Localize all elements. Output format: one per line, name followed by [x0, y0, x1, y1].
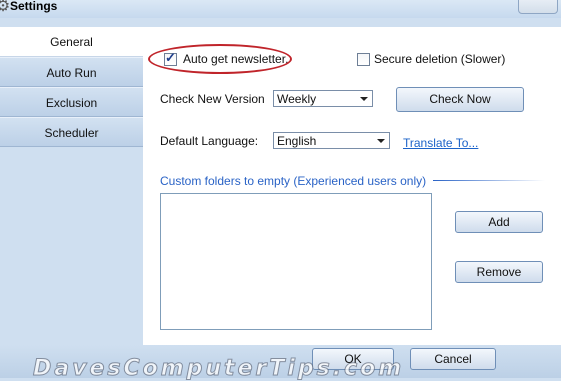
language-label: Default Language: [160, 134, 259, 148]
sidebar-item-label: Exclusion [45, 96, 98, 110]
language-select[interactable]: English [273, 132, 390, 149]
highlight-annotation [148, 44, 292, 74]
cancel-button[interactable]: Cancel [410, 348, 496, 370]
close-button[interactable] [518, 0, 558, 14]
check-version-label: Check New Version [160, 92, 265, 106]
custom-folders-list[interactable] [160, 193, 432, 330]
check-version-value: Weekly [277, 92, 317, 106]
sidebar-item-auto-run[interactable]: Auto Run [0, 57, 143, 87]
secure-deletion-checkbox[interactable] [357, 53, 370, 66]
translate-link[interactable]: Translate To... [403, 136, 478, 150]
ok-button[interactable]: OK [312, 348, 394, 370]
sidebar-item-label: Auto Run [46, 66, 97, 80]
check-version-select[interactable]: Weekly [273, 90, 373, 107]
sidebar-item-general[interactable]: General [0, 27, 143, 57]
chevron-down-icon [360, 97, 368, 101]
section-divider [433, 180, 545, 181]
language-value: English [277, 134, 317, 148]
check-now-button[interactable]: Check Now [396, 87, 524, 112]
chevron-down-icon [377, 139, 385, 143]
add-button[interactable]: Add [455, 211, 543, 233]
custom-folders-title: Custom folders to empty (Experienced use… [160, 174, 427, 188]
remove-button[interactable]: Remove [455, 261, 543, 283]
sidebar-item-scheduler[interactable]: Scheduler [0, 117, 143, 147]
sidebar: General Auto Run Exclusion Scheduler [0, 27, 143, 147]
sidebar-item-label: General [50, 35, 93, 49]
sidebar-item-exclusion[interactable]: Exclusion [0, 87, 143, 117]
secure-deletion-label: Secure deletion (Slower) [374, 52, 506, 66]
title-bar: ⚙ Settings [0, 0, 561, 18]
sidebar-item-label: Scheduler [44, 126, 99, 140]
window-title: Settings [10, 0, 58, 13]
